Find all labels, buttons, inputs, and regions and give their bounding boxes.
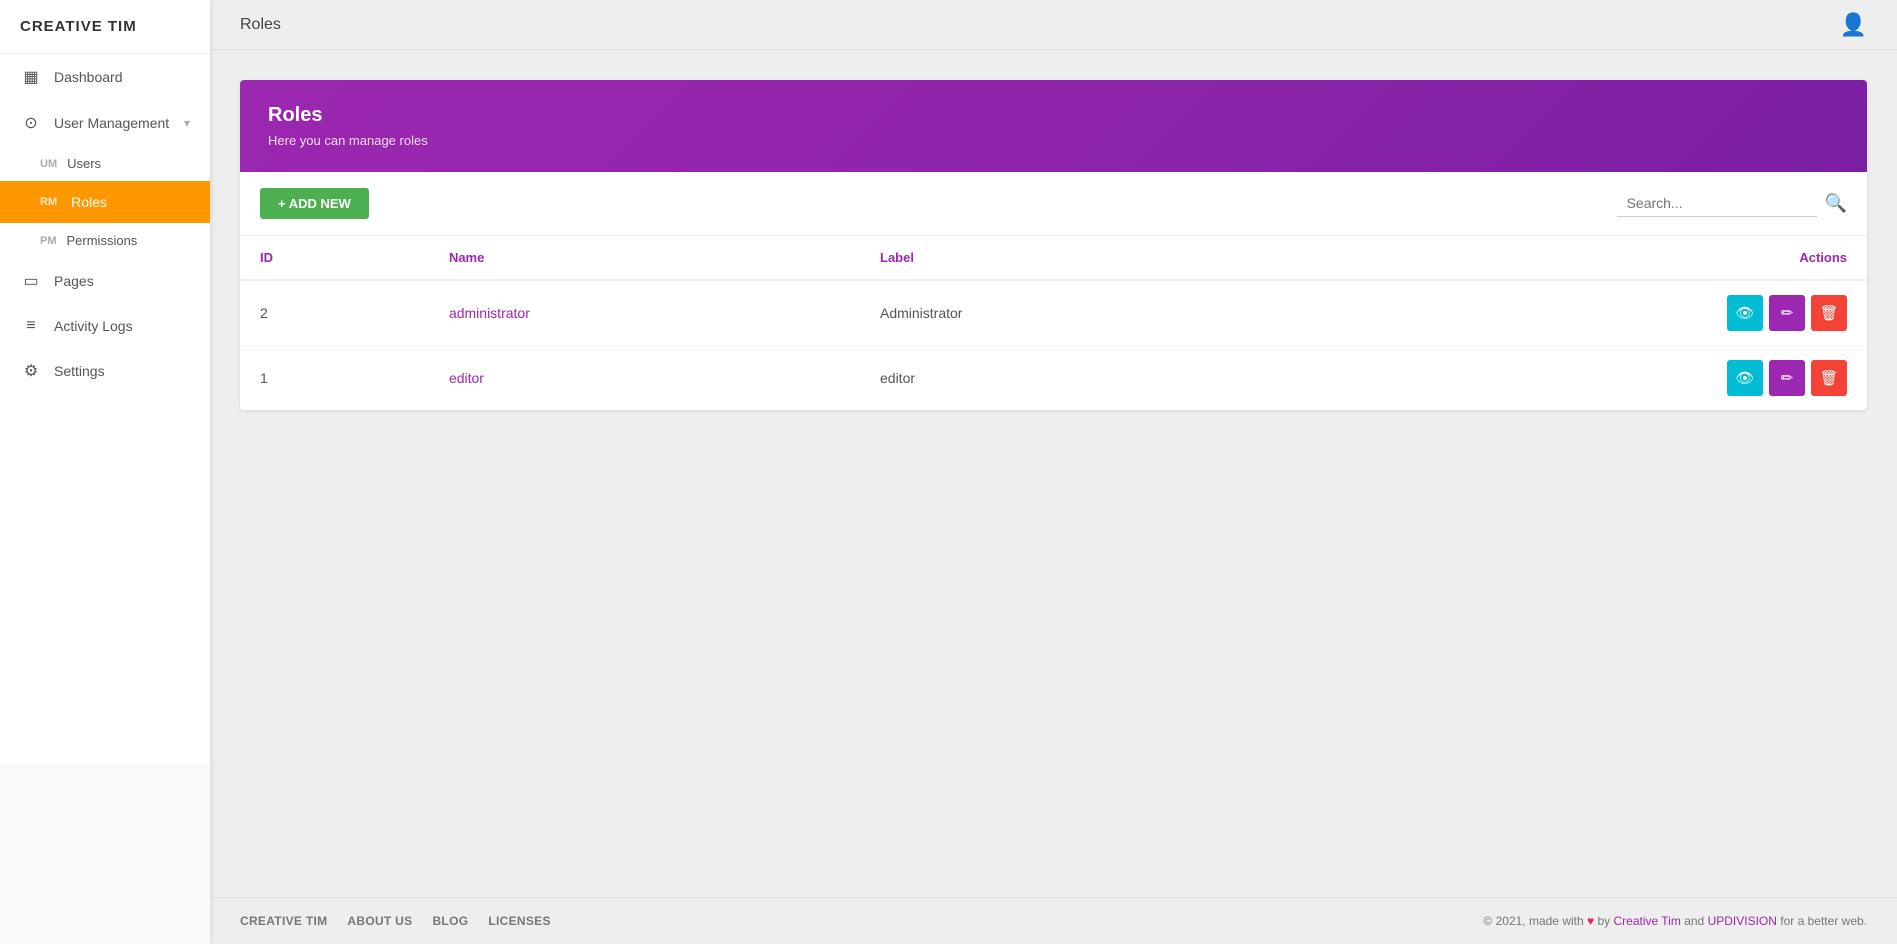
search-icon: 🔍	[1825, 193, 1847, 213]
role-name-link[interactable]: administrator	[449, 305, 530, 321]
users-badge: UM	[40, 158, 57, 170]
edit-button[interactable]: ✏	[1769, 360, 1805, 396]
card-toolbar: + ADD NEW 🔍	[240, 172, 1867, 236]
cell-label: Administrator	[860, 280, 1297, 346]
card-header-subtitle: Here you can manage roles	[268, 133, 1839, 148]
roles-card: Roles Here you can manage roles + ADD NE…	[240, 80, 1867, 410]
sidebar-item-user-management[interactable]: ⊙ User Management ▾	[0, 100, 210, 146]
add-new-button[interactable]: + ADD NEW	[260, 188, 369, 219]
roles-badge: RM	[40, 196, 57, 208]
card-header-title: Roles	[268, 104, 1839, 127]
permissions-badge: PM	[40, 235, 57, 247]
sidebar-item-label: User Management	[54, 115, 169, 131]
sidebar-item-pages[interactable]: ▭ Pages	[0, 258, 210, 304]
sidebar-item-label: Users	[67, 156, 101, 171]
cell-id: 1	[240, 346, 429, 411]
edit-icon: ✏	[1781, 304, 1794, 322]
search-area: 🔍	[1617, 190, 1847, 217]
footer-links: CREATIVE TIM ABOUT US BLOG LICENSES	[240, 914, 551, 928]
footer-link-creative-tim[interactable]: CREATIVE TIM	[240, 914, 327, 928]
activity-logs-icon: ≡	[20, 317, 42, 335]
delete-button[interactable]: 🗑	[1811, 295, 1847, 331]
settings-icon: ⚙	[20, 361, 42, 381]
edit-icon: ✏	[1781, 369, 1794, 387]
role-name-link[interactable]: editor	[449, 370, 484, 386]
roles-table: ID Name Label Actions 2 administrator Ad…	[240, 236, 1867, 410]
sidebar-item-permissions[interactable]: PM Permissions	[0, 223, 210, 258]
sidebar-item-label: Permissions	[67, 233, 138, 248]
creative-tim-link[interactable]: Creative Tim	[1614, 914, 1681, 928]
view-button[interactable]: 👁	[1727, 360, 1763, 396]
sidebar-item-dashboard[interactable]: ▦ Dashboard	[0, 54, 210, 100]
sidebar-bg	[0, 764, 210, 944]
col-label: Label	[860, 236, 1297, 280]
sidebar: CREATIVE TIM ▦ Dashboard ⊙ User Manageme…	[0, 0, 210, 944]
sidebar-item-activity-logs[interactable]: ≡ Activity Logs	[0, 304, 210, 348]
sidebar-item-settings[interactable]: ⚙ Settings	[0, 348, 210, 394]
search-button[interactable]: 🔍	[1825, 193, 1847, 214]
chevron-down-icon: ▾	[184, 116, 190, 130]
heart-icon: ♥	[1587, 914, 1597, 928]
action-buttons: 👁 ✏ 🗑	[1317, 295, 1847, 331]
sidebar-item-roles[interactable]: RM Roles	[0, 181, 210, 223]
cell-actions: 👁 ✏ 🗑	[1297, 346, 1867, 411]
sidebar-item-label: Roles	[71, 194, 107, 210]
edit-button[interactable]: ✏	[1769, 295, 1805, 331]
col-actions: Actions	[1297, 236, 1867, 280]
search-input[interactable]	[1617, 190, 1817, 217]
topbar: Roles 👤	[210, 0, 1897, 50]
footer-link-about-us[interactable]: ABOUT US	[347, 914, 412, 928]
table-row: 1 editor editor 👁 ✏ 🗑	[240, 346, 1867, 411]
col-name: Name	[429, 236, 860, 280]
sidebar-nav: ▦ Dashboard ⊙ User Management ▾ UM Users…	[0, 54, 210, 764]
main-content: Roles 👤 Roles Here you can manage roles …	[210, 0, 1897, 944]
table-header-row: ID Name Label Actions	[240, 236, 1867, 280]
cell-name: administrator	[429, 280, 860, 346]
cell-name: editor	[429, 346, 860, 411]
trash-icon: 🗑	[1819, 304, 1838, 322]
view-button[interactable]: 👁	[1727, 295, 1763, 331]
user-icon[interactable]: 👤	[1840, 12, 1867, 38]
table-row: 2 administrator Administrator 👁 ✏ 🗑	[240, 280, 1867, 346]
action-buttons: 👁 ✏ 🗑	[1317, 360, 1847, 396]
sidebar-item-label: Dashboard	[54, 69, 123, 85]
sidebar-logo: CREATIVE TIM	[0, 0, 210, 54]
pages-icon: ▭	[20, 271, 42, 291]
sidebar-item-label: Pages	[54, 273, 94, 289]
eye-icon: 👁	[1735, 304, 1754, 322]
dashboard-icon: ▦	[20, 67, 42, 87]
footer-copyright: © 2021, made with ♥ by Creative Tim and …	[1483, 914, 1867, 928]
delete-button[interactable]: 🗑	[1811, 360, 1847, 396]
footer-link-licenses[interactable]: LICENSES	[488, 914, 550, 928]
cell-id: 2	[240, 280, 429, 346]
eye-icon: 👁	[1735, 369, 1754, 387]
sidebar-item-users[interactable]: UM Users	[0, 146, 210, 181]
footer-link-blog[interactable]: BLOG	[432, 914, 468, 928]
col-id: ID	[240, 236, 429, 280]
roles-table-container: ID Name Label Actions 2 administrator Ad…	[240, 236, 1867, 410]
sidebar-item-label: Activity Logs	[54, 318, 133, 334]
trash-icon: 🗑	[1819, 369, 1838, 387]
sidebar-item-label: Settings	[54, 363, 105, 379]
page-title: Roles	[240, 16, 281, 34]
user-management-icon: ⊙	[20, 113, 42, 133]
footer: CREATIVE TIM ABOUT US BLOG LICENSES © 20…	[210, 897, 1897, 944]
card-header: Roles Here you can manage roles	[240, 80, 1867, 172]
updivision-link[interactable]: UPDIVISION	[1708, 914, 1777, 928]
cell-label: editor	[860, 346, 1297, 411]
content-area: Roles Here you can manage roles + ADD NE…	[210, 50, 1897, 897]
cell-actions: 👁 ✏ 🗑	[1297, 280, 1867, 346]
